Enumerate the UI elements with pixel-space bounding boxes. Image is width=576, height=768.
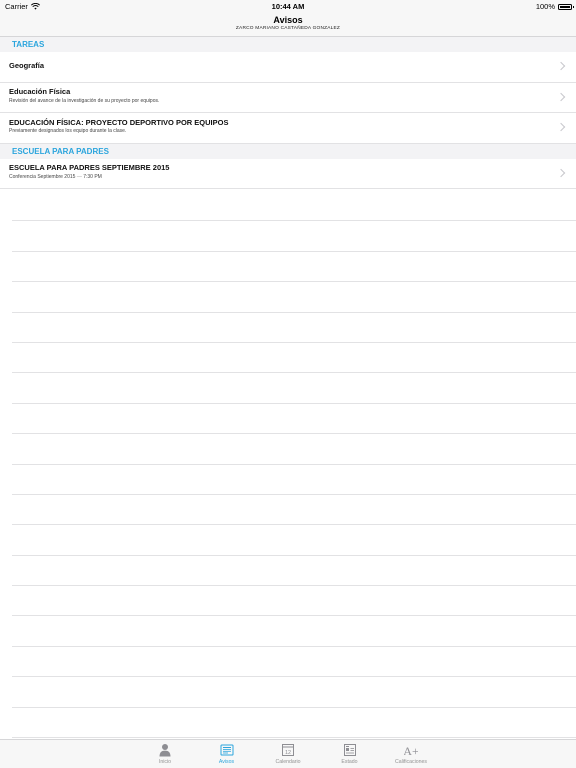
event-time: 7:30 PM bbox=[83, 173, 102, 180]
list-item[interactable]: EDUCACIÓN FÍSICA: PROYECTO DEPORTIVO POR… bbox=[0, 113, 576, 144]
tab-calendario[interactable]: 12 Calendario bbox=[257, 740, 319, 768]
empty-row bbox=[12, 221, 576, 252]
tab-label: Avisos bbox=[218, 759, 235, 765]
event-separator: — bbox=[76, 173, 82, 180]
item-subtitle: Previamente designados los equipo durant… bbox=[9, 128, 127, 134]
screen: Carrier 10:44 AM 100% Avisos ZARCO MARIA… bbox=[0, 0, 576, 768]
section-header-tareas: TAREAS bbox=[0, 37, 576, 52]
tab-calificaciones[interactable]: A+ Calificaciones bbox=[380, 740, 442, 768]
tab-estado[interactable]: Estado bbox=[319, 740, 381, 768]
person-icon bbox=[159, 744, 171, 757]
section-header-escuela-para-padres: ESCUELA PARA PADRES bbox=[0, 143, 576, 159]
tab-inicio[interactable]: Inicio bbox=[134, 740, 196, 768]
event-name: Conferencia Septiembre 2015 bbox=[9, 173, 76, 180]
empty-row bbox=[12, 586, 576, 617]
status-bar: Carrier 10:44 AM 100% bbox=[0, 0, 576, 12]
newspaper-icon bbox=[220, 744, 233, 756]
empty-row bbox=[12, 556, 576, 587]
item-title: EDUCACIÓN FÍSICA: PROYECTO DEPORTIVO POR… bbox=[9, 117, 229, 127]
empty-row bbox=[12, 708, 576, 739]
empty-row bbox=[12, 252, 576, 283]
item-title: Educación Física bbox=[9, 87, 71, 96]
empty-row bbox=[12, 677, 576, 708]
calendar-day: 12 bbox=[285, 750, 291, 756]
empty-row bbox=[12, 373, 576, 404]
list-item[interactable]: ESCUELA PARA PADRES SEPTIEMBRE 2015 Conf… bbox=[0, 158, 576, 189]
tab-label: Inicio bbox=[158, 759, 172, 765]
empty-row bbox=[12, 647, 576, 678]
empty-row bbox=[12, 343, 576, 374]
grade-glyph: A+ bbox=[404, 744, 418, 757]
battery-group: 100% bbox=[535, 2, 574, 11]
list-item[interactable]: Geografía bbox=[0, 52, 576, 83]
empty-row bbox=[12, 282, 576, 313]
nav-bar: Avisos ZARCO MARIANO CASTAÑEDA GONZALEZ bbox=[0, 12, 576, 37]
battery-icon bbox=[558, 3, 574, 10]
empty-row bbox=[12, 191, 576, 222]
empty-row bbox=[12, 404, 576, 435]
empty-row bbox=[12, 434, 576, 465]
page-title: Avisos bbox=[273, 15, 303, 25]
empty-rows bbox=[12, 191, 576, 739]
tab-label: Estado bbox=[341, 759, 358, 765]
student-name: ZARCO MARIANO CASTAÑEDA GONZALEZ bbox=[235, 26, 341, 31]
calendar-icon: 12 bbox=[282, 744, 294, 756]
battery-percent: 100% bbox=[535, 2, 555, 11]
chevron-right-icon bbox=[556, 92, 566, 101]
chevron-right-icon bbox=[556, 168, 566, 177]
empty-row bbox=[12, 465, 576, 495]
chevron-right-icon bbox=[556, 61, 566, 71]
item-title: ESCUELA PARA PADRES SEPTIEMBRE 2015 bbox=[9, 163, 170, 172]
tab-label: Calendario bbox=[275, 759, 301, 765]
status-time: 10:44 AM bbox=[271, 2, 305, 11]
chevron-right-icon bbox=[556, 122, 566, 132]
item-subtitle: Revisión del avance de la investigación … bbox=[9, 97, 160, 104]
report-icon bbox=[343, 744, 356, 756]
empty-row bbox=[12, 525, 576, 556]
empty-row bbox=[12, 313, 576, 343]
item-subtitle: Conferencia Septiembre 2015 — 7:30 PM bbox=[9, 174, 102, 180]
tab-avisos[interactable]: Avisos bbox=[196, 740, 258, 768]
list-item[interactable]: Educación Física Revisión del avance de … bbox=[0, 82, 576, 113]
tab-bar: Inicio Avisos 12 Calendario Estado A+ Ca… bbox=[0, 739, 576, 768]
grade-icon: A+ bbox=[404, 744, 418, 757]
notices-list: TAREAS Geografía Educación Física Revisi… bbox=[0, 37, 576, 189]
empty-row bbox=[12, 495, 576, 526]
empty-row bbox=[12, 616, 576, 647]
item-title: Geografía bbox=[9, 61, 45, 70]
tab-label: Calificaciones bbox=[394, 759, 427, 765]
